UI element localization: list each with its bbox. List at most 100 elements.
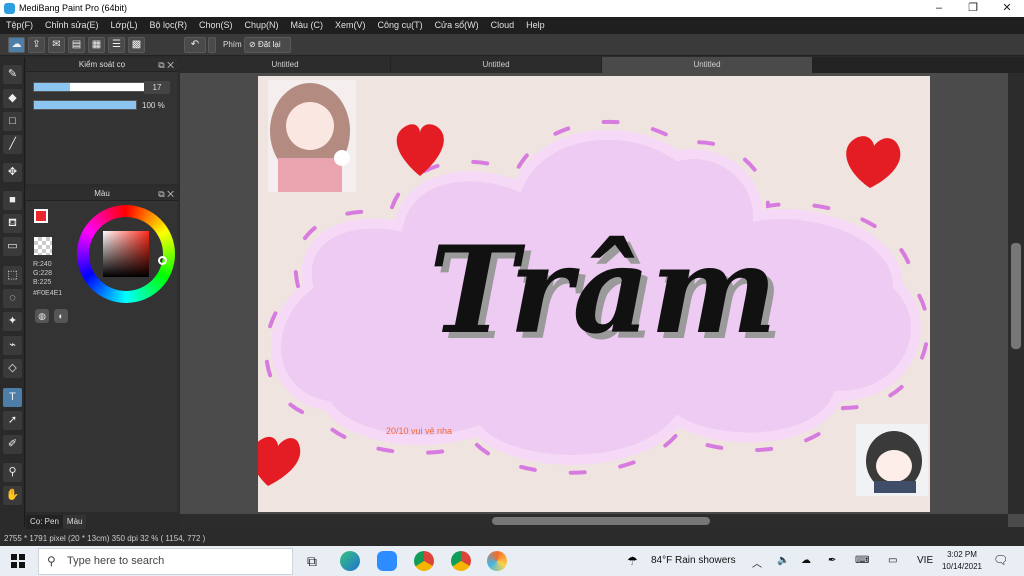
- color-hex: #F0E4E1: [33, 290, 63, 297]
- eyedropper-tool-icon[interactable]: ⚲: [3, 463, 22, 482]
- notification-icon[interactable]: 🗨: [993, 553, 1008, 567]
- brush-opacity-value: 100 %: [142, 101, 165, 110]
- menu-select[interactable]: Chọn(S): [199, 17, 233, 34]
- speaker-icon[interactable]: 🔈: [777, 555, 789, 566]
- menu-tools[interactable]: Công cụ(T): [378, 17, 423, 34]
- language-indicator[interactable]: VIE: [917, 555, 933, 566]
- brush-size-value[interactable]: 17: [144, 81, 170, 94]
- transparent-swatch[interactable]: [34, 237, 52, 255]
- keyboard-icon[interactable]: ⌨: [855, 555, 869, 566]
- color-panel-header: Màu ⧉ ✕: [26, 187, 178, 201]
- list-icon[interactable]: ☰: [108, 37, 125, 53]
- task-view-icon[interactable]: ⧉: [302, 551, 322, 571]
- clock-date: 10/14/2021: [941, 562, 983, 571]
- doc-tab-3[interactable]: Untitled: [602, 57, 812, 73]
- menu-help[interactable]: Help: [526, 17, 545, 34]
- tab-brush[interactable]: Cọ: Pen: [26, 515, 63, 529]
- medibang-icon[interactable]: [487, 551, 507, 571]
- windows-start-icon[interactable]: [11, 554, 25, 568]
- horizontal-scroll-thumb[interactable]: [492, 517, 710, 525]
- blur-tool-icon[interactable]: ✐: [3, 435, 22, 454]
- palette-icon[interactable]: ◍: [35, 309, 49, 323]
- color-panel-title: Màu: [94, 189, 110, 198]
- taskbar-search-input[interactable]: ⚲ Type here to search: [38, 548, 293, 575]
- pen-icon[interactable]: ✒: [828, 555, 836, 566]
- tab-color[interactable]: Màu: [62, 515, 87, 529]
- top-toolbar: ☁ ⇪ ✉ ▤ ▦ ☰ ▩ ↶ Phím ⊘ Đặt lại: [0, 34, 1024, 56]
- bottom-panel-tabs: Cọ: Pen Màu: [26, 515, 87, 529]
- select-eraser-tool-icon[interactable]: ◇: [3, 359, 22, 378]
- menu-filter[interactable]: Bộ lọc(R): [149, 17, 187, 34]
- cloud-sync-icon[interactable]: ☁: [801, 555, 811, 566]
- vertical-scroll-thumb[interactable]: [1011, 243, 1021, 349]
- menu-window[interactable]: Cửa sổ(W): [435, 17, 479, 34]
- color-wheel[interactable]: [77, 205, 175, 303]
- artwork-subtitle-text: 20/10 vui vẻ nha: [386, 426, 453, 436]
- comment-icon[interactable]: ✉: [48, 37, 65, 53]
- document-icon[interactable]: ▦: [88, 37, 105, 53]
- display-icon[interactable]: ▭: [888, 555, 897, 566]
- clock-time: 3:02 PM: [947, 550, 977, 559]
- palette-edit-icon[interactable]: ◐: [54, 309, 68, 323]
- weather-icon[interactable]: ☂: [627, 554, 643, 568]
- horizontal-scrollbar[interactable]: [180, 514, 1008, 528]
- zoom-icon[interactable]: [377, 551, 397, 571]
- doc-tab-2[interactable]: Untitled: [391, 57, 601, 73]
- fill-shape-tool-icon[interactable]: ■: [3, 191, 22, 210]
- minimize-button[interactable]: –: [922, 0, 956, 17]
- doc-tab-1[interactable]: Untitled: [180, 57, 390, 73]
- clock[interactable]: 3:02 PM 10/14/2021: [940, 549, 984, 573]
- chevron-up-icon[interactable]: ︿: [752, 555, 762, 570]
- undo-icon[interactable]: ↶: [184, 37, 206, 53]
- title-bar: MediBang Paint Pro (64bit) – ❐ ✕: [0, 0, 1024, 17]
- gradient-tool-icon[interactable]: ▭: [3, 237, 22, 256]
- lasso-tool-icon[interactable]: ◌: [3, 289, 22, 308]
- artwork-title-text: Trâm: [428, 220, 778, 361]
- chrome-icon[interactable]: [414, 551, 434, 571]
- operation-tool-icon[interactable]: ➚: [3, 411, 22, 430]
- chrome-icon[interactable]: [451, 551, 471, 571]
- search-placeholder: Type here to search: [67, 555, 165, 567]
- select-pen-tool-icon[interactable]: ⌁: [3, 336, 22, 355]
- primary-color-swatch[interactable]: [34, 209, 48, 223]
- magic-wand-tool-icon[interactable]: ✦: [3, 312, 22, 331]
- line-tool-icon[interactable]: ╱: [3, 135, 22, 154]
- eraser-tool-icon[interactable]: ◆: [3, 89, 22, 108]
- color-panel: Màu ⧉ ✕ R:240 G:228 B:225 #F0E4E1 ◍ ◐: [26, 187, 178, 512]
- move-tool-icon[interactable]: ✥: [3, 163, 22, 182]
- chat-icon[interactable]: ▤: [68, 37, 85, 53]
- close-button[interactable]: ✕: [990, 0, 1024, 17]
- reset-button[interactable]: ⊘ Đặt lại: [244, 37, 291, 53]
- artboard[interactable]: Trâm 20/10 vui vẻ nha: [258, 76, 930, 512]
- menu-layer[interactable]: Lớp(L): [111, 17, 138, 34]
- bucket-tool-icon[interactable]: ⛾: [3, 214, 22, 233]
- menu-cloud[interactable]: Cloud: [491, 17, 515, 34]
- saturation-value-square[interactable]: [103, 231, 149, 277]
- hue-handle[interactable]: [158, 256, 167, 265]
- vertical-scrollbar[interactable]: [1008, 73, 1024, 514]
- hand-tool-icon[interactable]: ✋: [3, 486, 22, 505]
- heart-shape: [846, 136, 901, 188]
- menu-edit[interactable]: Chỉnh sửa(E): [45, 17, 99, 34]
- grid-icon[interactable]: ▩: [128, 37, 145, 53]
- edge-icon[interactable]: [340, 551, 360, 571]
- text-tool-icon[interactable]: T: [3, 388, 22, 407]
- menu-file[interactable]: Tệp(F): [6, 17, 33, 34]
- brush-tool-icon[interactable]: ✎: [3, 65, 22, 84]
- no-icon: ⊘: [249, 40, 256, 49]
- cloud-icon[interactable]: ☁: [8, 37, 25, 53]
- weather-text[interactable]: 84°F Rain showers: [651, 555, 736, 566]
- menu-color[interactable]: Màu (C): [291, 17, 324, 34]
- menu-view[interactable]: Xem(V): [335, 17, 366, 34]
- panel-close-icon[interactable]: ⧉ ✕: [158, 58, 174, 72]
- select-rect-tool-icon[interactable]: ⬚: [3, 266, 22, 285]
- maximize-button[interactable]: ❐: [956, 0, 990, 17]
- toolbar-handle[interactable]: [208, 37, 216, 53]
- brush-opacity-slider[interactable]: [33, 100, 137, 110]
- share-icon[interactable]: ⇪: [28, 37, 45, 53]
- color-g: G:228: [33, 270, 53, 277]
- status-bar: 2755 * 1791 pixel (20 * 13cm) 350 dpi 32…: [0, 531, 1024, 546]
- panel-close-icon[interactable]: ⧉ ✕: [158, 187, 174, 201]
- menu-capture[interactable]: Chụp(N): [245, 17, 279, 34]
- rectangle-tool-icon[interactable]: □: [3, 112, 22, 131]
